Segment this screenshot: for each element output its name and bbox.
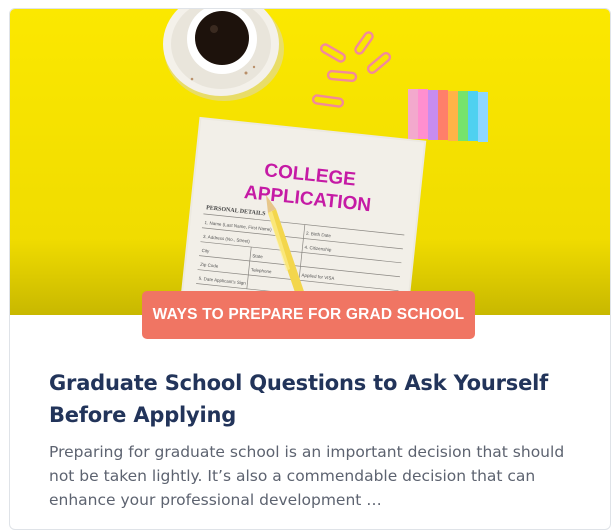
article-card[interactable]: COLLEGE APPLICATION PERSONAL DETAILS 1. … (9, 8, 611, 530)
form-field-city: City (201, 248, 210, 254)
article-title[interactable]: Graduate School Questions to Ask Yoursel… (49, 367, 569, 431)
article-image[interactable]: COLLEGE APPLICATION PERSONAL DETAILS 1. … (10, 9, 610, 315)
college-application-photo: COLLEGE APPLICATION PERSONAL DETAILS 1. … (10, 9, 610, 315)
sticky-flags (408, 89, 488, 142)
category-tag-label: WAYS TO PREPARE FOR GRAD SCHOOL (152, 306, 465, 323)
article-excerpt: Preparing for graduate school is an impo… (49, 443, 565, 509)
category-tag[interactable]: WAYS TO PREPARE FOR GRAD SCHOOL (142, 291, 475, 339)
application-form: COLLEGE APPLICATION PERSONAL DETAILS 1. … (178, 116, 427, 315)
